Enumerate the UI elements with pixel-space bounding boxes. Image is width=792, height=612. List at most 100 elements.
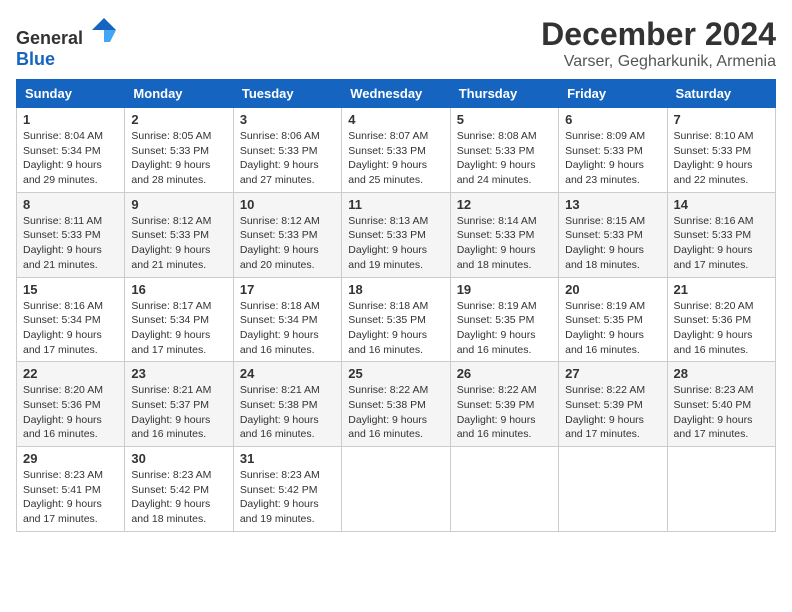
day-info: Sunrise: 8:21 AM Sunset: 5:38 PM Dayligh… bbox=[240, 383, 335, 442]
day-info: Sunrise: 8:16 AM Sunset: 5:34 PM Dayligh… bbox=[23, 299, 118, 358]
sunset-label: Sunset: 5:33 PM bbox=[240, 229, 318, 241]
daylight-label: Daylight: 9 hours and 18 minutes. bbox=[131, 498, 210, 525]
day-number: 29 bbox=[23, 451, 118, 466]
daylight-label: Daylight: 9 hours and 16 minutes. bbox=[565, 329, 644, 356]
sunrise-label: Sunrise: 8:12 AM bbox=[240, 215, 320, 227]
daylight-label: Daylight: 9 hours and 28 minutes. bbox=[131, 159, 210, 186]
sunrise-label: Sunrise: 8:15 AM bbox=[565, 215, 645, 227]
daylight-label: Daylight: 9 hours and 17 minutes. bbox=[565, 414, 644, 441]
calendar-cell: 19 Sunrise: 8:19 AM Sunset: 5:35 PM Dayl… bbox=[450, 277, 558, 362]
day-number: 2 bbox=[131, 112, 226, 127]
day-info: Sunrise: 8:05 AM Sunset: 5:33 PM Dayligh… bbox=[131, 129, 226, 188]
day-number: 18 bbox=[348, 282, 443, 297]
calendar-cell: 15 Sunrise: 8:16 AM Sunset: 5:34 PM Dayl… bbox=[17, 277, 125, 362]
daylight-label: Daylight: 9 hours and 16 minutes. bbox=[240, 329, 319, 356]
calendar-cell: 18 Sunrise: 8:18 AM Sunset: 5:35 PM Dayl… bbox=[342, 277, 450, 362]
sunset-label: Sunset: 5:34 PM bbox=[240, 314, 318, 326]
sunset-label: Sunset: 5:36 PM bbox=[23, 399, 101, 411]
day-info: Sunrise: 8:09 AM Sunset: 5:33 PM Dayligh… bbox=[565, 129, 660, 188]
day-info: Sunrise: 8:13 AM Sunset: 5:33 PM Dayligh… bbox=[348, 214, 443, 273]
day-info: Sunrise: 8:04 AM Sunset: 5:34 PM Dayligh… bbox=[23, 129, 118, 188]
sunrise-label: Sunrise: 8:14 AM bbox=[457, 215, 537, 227]
day-number: 27 bbox=[565, 366, 660, 381]
sunrise-label: Sunrise: 8:22 AM bbox=[348, 384, 428, 396]
calendar-cell: 30 Sunrise: 8:23 AM Sunset: 5:42 PM Dayl… bbox=[125, 447, 233, 532]
day-info: Sunrise: 8:19 AM Sunset: 5:35 PM Dayligh… bbox=[457, 299, 552, 358]
sunrise-label: Sunrise: 8:19 AM bbox=[457, 300, 537, 312]
day-number: 8 bbox=[23, 197, 118, 212]
sunset-label: Sunset: 5:35 PM bbox=[457, 314, 535, 326]
day-info: Sunrise: 8:21 AM Sunset: 5:37 PM Dayligh… bbox=[131, 383, 226, 442]
daylight-label: Daylight: 9 hours and 27 minutes. bbox=[240, 159, 319, 186]
sunrise-label: Sunrise: 8:16 AM bbox=[674, 215, 754, 227]
calendar-cell: 12 Sunrise: 8:14 AM Sunset: 5:33 PM Dayl… bbox=[450, 192, 558, 277]
day-info: Sunrise: 8:20 AM Sunset: 5:36 PM Dayligh… bbox=[23, 383, 118, 442]
day-info: Sunrise: 8:07 AM Sunset: 5:33 PM Dayligh… bbox=[348, 129, 443, 188]
day-number: 10 bbox=[240, 197, 335, 212]
sunrise-label: Sunrise: 8:07 AM bbox=[348, 130, 428, 142]
calendar-cell: 14 Sunrise: 8:16 AM Sunset: 5:33 PM Dayl… bbox=[667, 192, 775, 277]
calendar-table: Sunday Monday Tuesday Wednesday Thursday… bbox=[16, 79, 776, 532]
header-monday: Monday bbox=[125, 80, 233, 108]
sunrise-label: Sunrise: 8:18 AM bbox=[348, 300, 428, 312]
calendar-cell: 20 Sunrise: 8:19 AM Sunset: 5:35 PM Dayl… bbox=[559, 277, 667, 362]
sunset-label: Sunset: 5:36 PM bbox=[674, 314, 752, 326]
daylight-label: Daylight: 9 hours and 17 minutes. bbox=[674, 244, 753, 271]
header-tuesday: Tuesday bbox=[233, 80, 341, 108]
sunset-label: Sunset: 5:33 PM bbox=[131, 145, 209, 157]
page-container: General Blue December 2024 Varser, Gegha… bbox=[16, 16, 776, 532]
day-number: 13 bbox=[565, 197, 660, 212]
calendar-cell: 7 Sunrise: 8:10 AM Sunset: 5:33 PM Dayli… bbox=[667, 108, 775, 193]
day-info: Sunrise: 8:20 AM Sunset: 5:36 PM Dayligh… bbox=[674, 299, 769, 358]
sunset-label: Sunset: 5:33 PM bbox=[348, 229, 426, 241]
daylight-label: Daylight: 9 hours and 21 minutes. bbox=[131, 244, 210, 271]
sunset-label: Sunset: 5:34 PM bbox=[23, 314, 101, 326]
day-info: Sunrise: 8:22 AM Sunset: 5:39 PM Dayligh… bbox=[565, 383, 660, 442]
daylight-label: Daylight: 9 hours and 16 minutes. bbox=[674, 329, 753, 356]
calendar-cell: 17 Sunrise: 8:18 AM Sunset: 5:34 PM Dayl… bbox=[233, 277, 341, 362]
daylight-label: Daylight: 9 hours and 16 minutes. bbox=[23, 414, 102, 441]
day-info: Sunrise: 8:17 AM Sunset: 5:34 PM Dayligh… bbox=[131, 299, 226, 358]
day-number: 26 bbox=[457, 366, 552, 381]
daylight-label: Daylight: 9 hours and 22 minutes. bbox=[674, 159, 753, 186]
sunrise-label: Sunrise: 8:21 AM bbox=[131, 384, 211, 396]
daylight-label: Daylight: 9 hours and 24 minutes. bbox=[457, 159, 536, 186]
sunset-label: Sunset: 5:33 PM bbox=[565, 229, 643, 241]
calendar-cell bbox=[450, 447, 558, 532]
logo: General Blue bbox=[16, 16, 118, 70]
sunrise-label: Sunrise: 8:13 AM bbox=[348, 215, 428, 227]
calendar-cell: 26 Sunrise: 8:22 AM Sunset: 5:39 PM Dayl… bbox=[450, 362, 558, 447]
logo-icon bbox=[90, 16, 118, 44]
calendar-cell: 10 Sunrise: 8:12 AM Sunset: 5:33 PM Dayl… bbox=[233, 192, 341, 277]
daylight-label: Daylight: 9 hours and 29 minutes. bbox=[23, 159, 102, 186]
calendar-cell bbox=[667, 447, 775, 532]
header: General Blue December 2024 Varser, Gegha… bbox=[16, 16, 776, 71]
calendar-cell: 21 Sunrise: 8:20 AM Sunset: 5:36 PM Dayl… bbox=[667, 277, 775, 362]
day-info: Sunrise: 8:11 AM Sunset: 5:33 PM Dayligh… bbox=[23, 214, 118, 273]
header-sunday: Sunday bbox=[17, 80, 125, 108]
sunrise-label: Sunrise: 8:17 AM bbox=[131, 300, 211, 312]
calendar-week-row: 1 Sunrise: 8:04 AM Sunset: 5:34 PM Dayli… bbox=[17, 108, 776, 193]
weekday-header-row: Sunday Monday Tuesday Wednesday Thursday… bbox=[17, 80, 776, 108]
calendar-cell: 25 Sunrise: 8:22 AM Sunset: 5:38 PM Dayl… bbox=[342, 362, 450, 447]
day-number: 20 bbox=[565, 282, 660, 297]
sunrise-label: Sunrise: 8:06 AM bbox=[240, 130, 320, 142]
sunset-label: Sunset: 5:41 PM bbox=[23, 484, 101, 496]
day-info: Sunrise: 8:08 AM Sunset: 5:33 PM Dayligh… bbox=[457, 129, 552, 188]
daylight-label: Daylight: 9 hours and 18 minutes. bbox=[457, 244, 536, 271]
sunset-label: Sunset: 5:33 PM bbox=[674, 229, 752, 241]
calendar-cell: 31 Sunrise: 8:23 AM Sunset: 5:42 PM Dayl… bbox=[233, 447, 341, 532]
calendar-week-row: 8 Sunrise: 8:11 AM Sunset: 5:33 PM Dayli… bbox=[17, 192, 776, 277]
daylight-label: Daylight: 9 hours and 16 minutes. bbox=[240, 414, 319, 441]
day-number: 9 bbox=[131, 197, 226, 212]
day-number: 31 bbox=[240, 451, 335, 466]
sunrise-label: Sunrise: 8:23 AM bbox=[131, 469, 211, 481]
sunrise-label: Sunrise: 8:20 AM bbox=[23, 384, 103, 396]
day-info: Sunrise: 8:15 AM Sunset: 5:33 PM Dayligh… bbox=[565, 214, 660, 273]
calendar-cell: 24 Sunrise: 8:21 AM Sunset: 5:38 PM Dayl… bbox=[233, 362, 341, 447]
day-info: Sunrise: 8:12 AM Sunset: 5:33 PM Dayligh… bbox=[240, 214, 335, 273]
sunrise-label: Sunrise: 8:23 AM bbox=[674, 384, 754, 396]
sunrise-label: Sunrise: 8:12 AM bbox=[131, 215, 211, 227]
sunset-label: Sunset: 5:39 PM bbox=[457, 399, 535, 411]
day-info: Sunrise: 8:12 AM Sunset: 5:33 PM Dayligh… bbox=[131, 214, 226, 273]
